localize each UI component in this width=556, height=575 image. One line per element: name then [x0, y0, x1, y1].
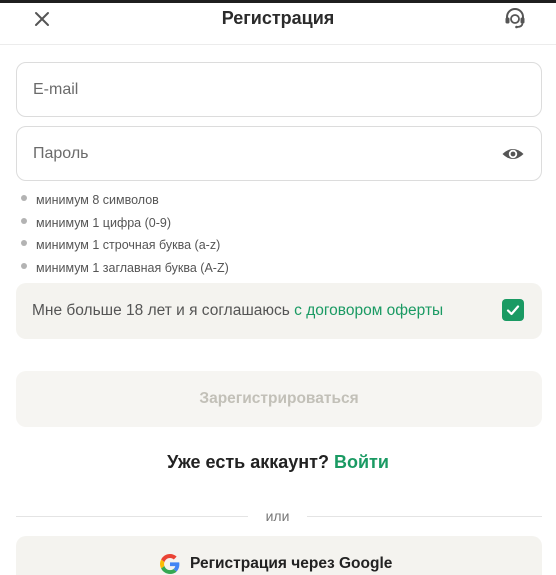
support-button[interactable]	[502, 5, 528, 31]
rule-item: минимум 1 строчная буква (a-z)	[20, 236, 229, 259]
offer-agreement-link[interactable]: с договором оферты	[294, 302, 443, 319]
support-headset-icon	[505, 8, 525, 29]
divider-text: или	[265, 508, 290, 524]
password-field-container	[16, 126, 542, 181]
email-field-container	[16, 62, 542, 117]
eye-icon	[502, 149, 524, 159]
agreement-checkbox[interactable]	[502, 299, 524, 321]
login-link[interactable]: Войти	[334, 452, 389, 472]
header: Регистрация	[0, 3, 556, 45]
page-title: Регистрация	[221, 8, 335, 28]
password-input[interactable]	[33, 127, 493, 180]
agreement-row: Мне больше 18 лет и я соглашаюсь с догов…	[16, 283, 542, 339]
register-button[interactable]: Зарегистрироваться	[16, 371, 542, 427]
email-input[interactable]	[33, 63, 493, 116]
agreement-label: Мне больше 18 лет и я соглашаюсь	[32, 302, 295, 319]
divider-line-left	[16, 516, 248, 517]
google-signup-label: Регистрация через Google	[190, 555, 393, 572]
password-rules: минимум 8 символов минимум 1 цифра (0-9)…	[20, 191, 229, 281]
rule-item: минимум 1 заглавная буква (A-Z)	[20, 259, 229, 282]
show-password-button[interactable]	[501, 143, 525, 165]
login-prompt: Уже есть аккаунт? Войти	[0, 452, 556, 473]
google-signup-button[interactable]: Регистрация через Google	[16, 536, 542, 575]
agreement-text: Мне больше 18 лет и я соглашаюсь с догов…	[32, 302, 443, 320]
divider-line-right	[307, 516, 542, 517]
login-prompt-text: Уже есть аккаунт?	[167, 452, 334, 472]
check-icon	[506, 305, 520, 316]
rule-item: минимум 1 цифра (0-9)	[20, 214, 229, 237]
google-icon	[160, 554, 180, 574]
rule-item: минимум 8 символов	[20, 191, 229, 214]
